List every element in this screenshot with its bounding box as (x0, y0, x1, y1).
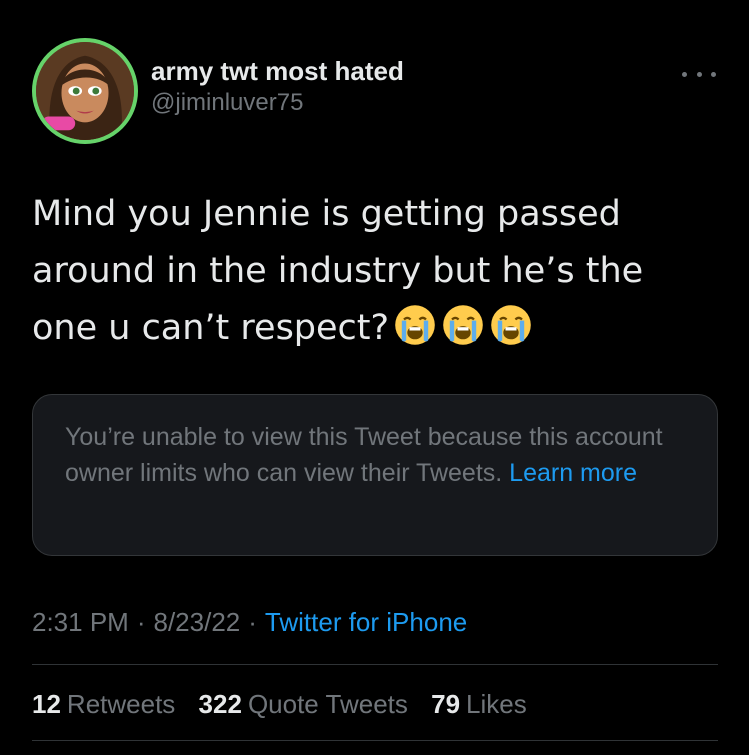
retweets-stat[interactable]: 12 Retweets (32, 689, 175, 719)
tweet-meta: 2:31 PM · 8/23/22 · Twitter for iPhone (32, 604, 467, 640)
display-name[interactable]: army twt most hated (151, 54, 404, 88)
user-handle[interactable]: @jiminluver75 (151, 88, 404, 118)
engagement-stats: 12 Retweets 322 Quote Tweets 79 Likes (32, 686, 543, 722)
more-horizontal-icon (682, 71, 687, 77)
meta-separator: · (248, 607, 257, 637)
cartoon-doll-avatar-icon (36, 42, 134, 140)
learn-more-link[interactable]: Learn more (509, 459, 637, 487)
likes-stat[interactable]: 79 Likes (431, 689, 527, 719)
meta-separator: · (136, 607, 146, 637)
divider (32, 740, 718, 741)
tweet-time[interactable]: 2:31 PM (32, 607, 129, 637)
loudly-crying-face-icon (441, 303, 485, 347)
avatar[interactable] (32, 38, 138, 144)
loudly-crying-face-icon (393, 303, 437, 347)
retweets-label: Retweets (66, 689, 176, 719)
loudly-crying-face-icon (489, 303, 533, 347)
more-horizontal-icon-dot (711, 71, 716, 77)
retweets-count: 12 (32, 689, 61, 719)
tweet-source-link[interactable]: Twitter for iPhone (265, 607, 467, 637)
tweet-body: Mind you Jennie is getting passed around… (32, 186, 712, 357)
more-horizontal-icon-dot (696, 71, 702, 77)
quote-tweets-stat[interactable]: 322 Quote Tweets (199, 689, 408, 719)
likes-label: Likes (466, 689, 527, 719)
quoted-tweet-unavailable-notice: You’re unable to view this Tweet because… (32, 394, 718, 556)
likes-count: 79 (431, 689, 461, 719)
author-names: army twt most hated @jiminluver75 (151, 54, 404, 118)
more-options-button[interactable] (682, 64, 716, 84)
quote-tweets-label: Quote Tweets (247, 689, 408, 719)
tweet-header: army twt most hated @jiminluver75 (32, 38, 722, 148)
tweet-text: Mind you Jennie is getting passed around… (32, 194, 644, 348)
divider (32, 664, 718, 665)
tweet-date[interactable]: 8/23/22 (154, 607, 241, 637)
quote-tweets-count: 322 (198, 689, 242, 719)
